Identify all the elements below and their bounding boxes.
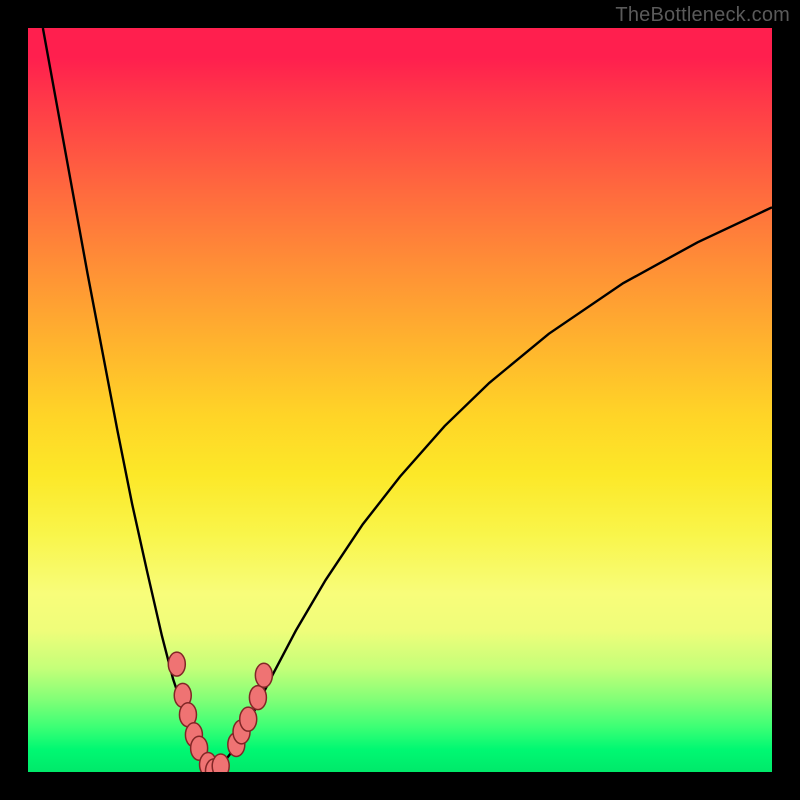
frame: TheBottleneck.com	[0, 0, 800, 800]
bead-marker	[255, 663, 272, 687]
bead-marker	[212, 754, 229, 772]
bead-group	[168, 652, 272, 772]
curve-left-branch	[43, 28, 215, 771]
bottleneck-curve	[43, 28, 772, 771]
curve-svg	[28, 28, 772, 772]
watermark-text: TheBottleneck.com	[615, 4, 790, 27]
bead-marker	[168, 652, 185, 676]
plot-area	[28, 28, 772, 772]
bead-marker	[240, 707, 257, 731]
curve-right-branch	[215, 207, 772, 771]
bead-marker	[249, 686, 266, 710]
